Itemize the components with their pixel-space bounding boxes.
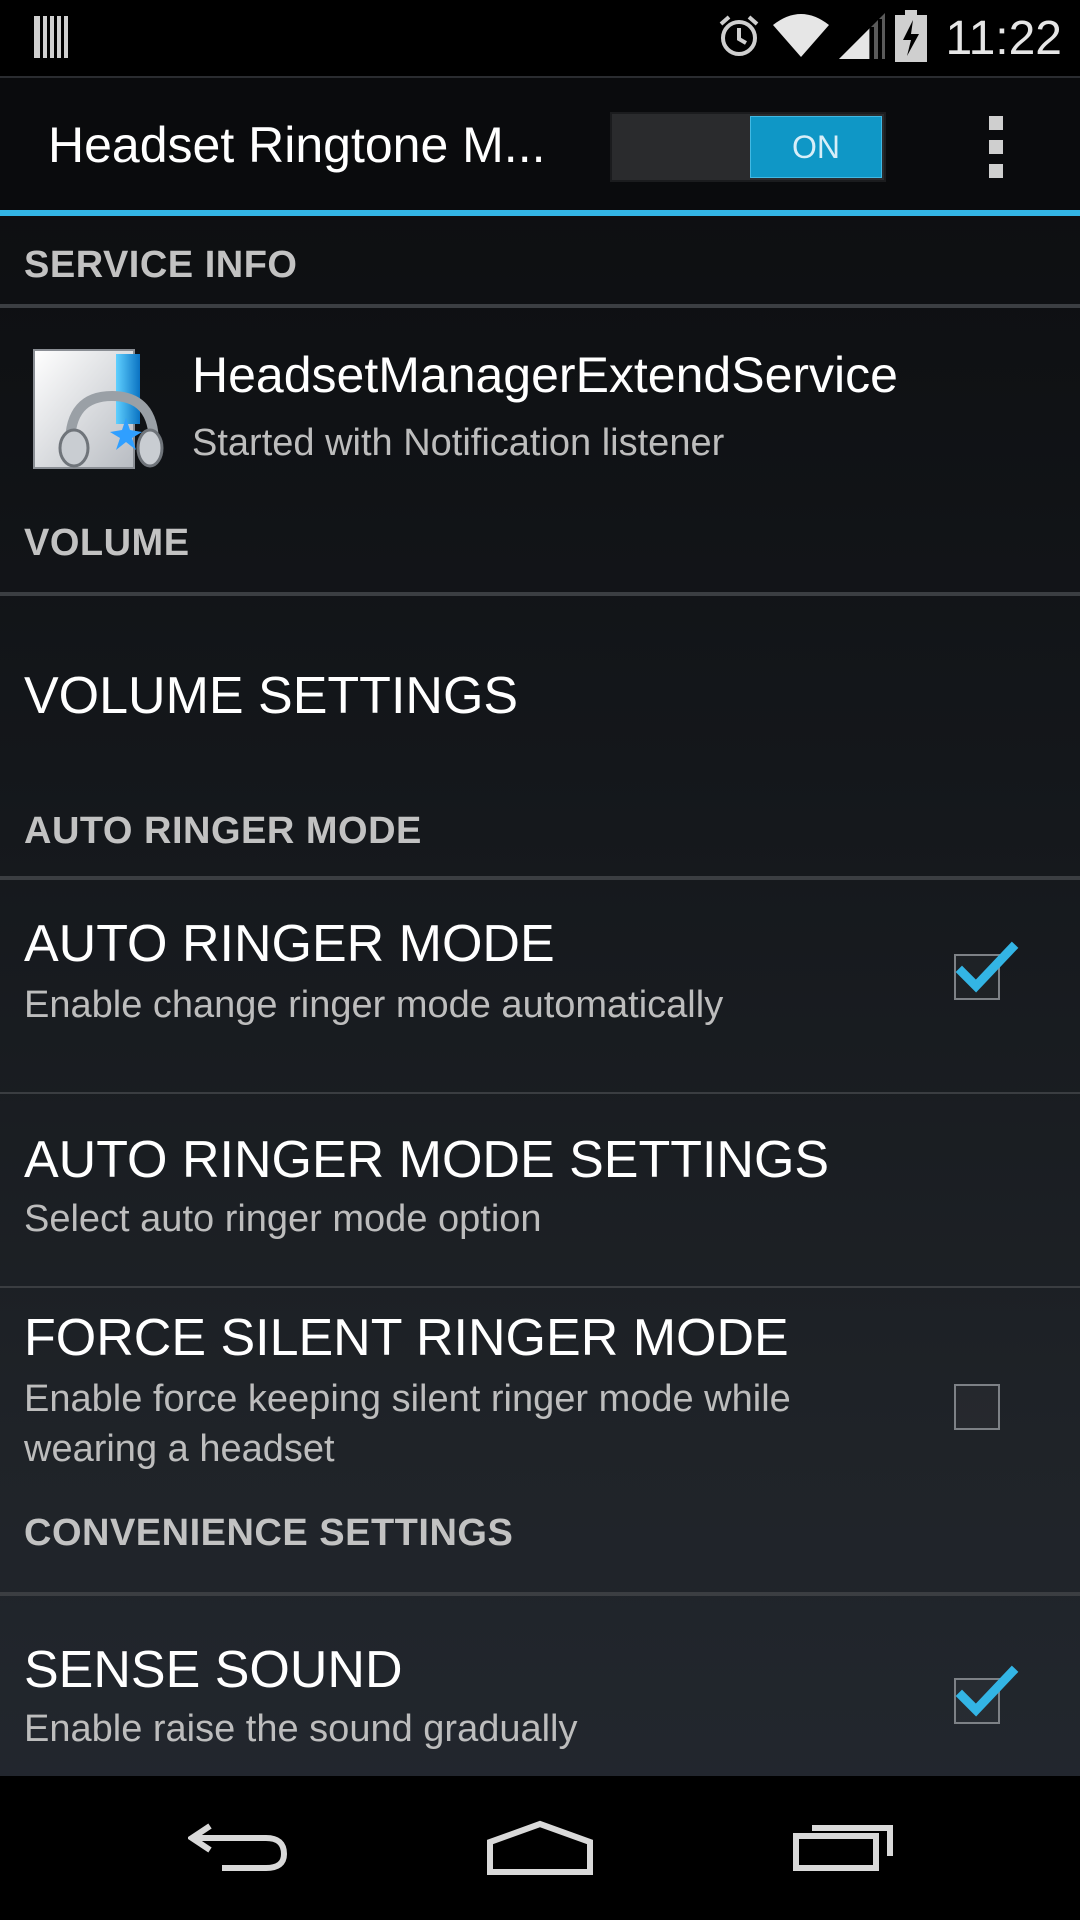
action-bar: Headset Ringtone M... ON xyxy=(0,76,1080,216)
service-name: HeadsetManagerExtendService xyxy=(192,347,898,403)
section-label: AUTO RINGER MODE xyxy=(24,810,422,852)
pref-title: AUTO RINGER MODE xyxy=(24,915,555,973)
pref-summary: Select auto ringer mode option xyxy=(24,1198,542,1240)
status-time: 11:22 xyxy=(945,11,1062,65)
alarm-icon xyxy=(715,12,763,65)
sense-sound-checkbox[interactable] xyxy=(954,1665,1019,1724)
status-bar: 11:22 xyxy=(0,0,1080,76)
status-icons: 11:22 xyxy=(715,0,1062,76)
section-header-convenience: CONVENIENCE SETTINGS xyxy=(0,1512,1080,1606)
pref-title: AUTO RINGER MODE SETTINGS xyxy=(24,1131,830,1189)
recent-apps-icon[interactable] xyxy=(792,1816,896,1877)
navigation-bar xyxy=(0,1776,1080,1920)
pref-summary: Enable raise the sound gradually xyxy=(24,1708,578,1750)
pref-title: SENSE SOUND xyxy=(24,1641,403,1699)
pref-summary: Enable force keeping silent ringer mode … xyxy=(24,1378,791,1470)
app-screen: 11:22 Headset Ringtone M... ON SERVICE I… xyxy=(0,0,1080,1920)
section-header-volume: VOLUME xyxy=(0,522,1080,616)
home-icon[interactable] xyxy=(486,1820,594,1881)
auto-ringer-mode-checkbox[interactable] xyxy=(954,941,1019,1000)
toggle-label: ON xyxy=(792,128,840,165)
auto-ringer-mode-settings-item[interactable]: AUTO RINGER MODE SETTINGS Select auto ri… xyxy=(0,1094,1080,1286)
sense-sound-item[interactable]: SENSE SOUND Enable raise the sound gradu… xyxy=(0,1598,1080,1776)
service-status: Started with Notification listener xyxy=(192,422,725,464)
checkmark-icon xyxy=(955,1665,1019,1717)
notification-bars-icon xyxy=(34,12,74,62)
pref-title: FORCE SILENT RINGER MODE xyxy=(24,1309,789,1367)
auto-ringer-mode-item[interactable]: AUTO RINGER MODE Enable change ringer mo… xyxy=(0,880,1080,1074)
toggle-knob: ON xyxy=(750,116,882,178)
force-silent-ringer-mode-item[interactable]: FORCE SILENT RINGER MODE Enable force ke… xyxy=(0,1288,1080,1510)
section-header-auto-ringer: AUTO RINGER MODE xyxy=(0,786,1080,880)
section-label: CONVENIENCE SETTINGS xyxy=(24,1512,514,1554)
battery-charging-icon xyxy=(895,9,928,67)
wifi-icon xyxy=(773,13,830,64)
section-label: VOLUME xyxy=(24,522,190,564)
pref-title: VOLUME SETTINGS xyxy=(24,667,519,725)
headset-service-icon xyxy=(30,344,164,483)
back-icon[interactable] xyxy=(186,1816,292,1877)
overflow-menu-icon[interactable] xyxy=(976,116,1016,180)
volume-settings-item[interactable]: VOLUME SETTINGS xyxy=(0,604,1080,786)
service-info-row: HeadsetManagerExtendService Started with… xyxy=(0,308,1080,522)
preferences-list: SERVICE INFO HeadsetManagerExtendService… xyxy=(0,214,1080,1776)
section-rule xyxy=(0,1592,1080,1596)
pref-summary: Enable change ringer mode automatically xyxy=(24,984,724,1026)
section-label: SERVICE INFO xyxy=(24,244,298,286)
section-header-service-info: SERVICE INFO xyxy=(0,214,1080,308)
force-silent-ringer-mode-checkbox[interactable] xyxy=(954,1384,1000,1430)
section-rule xyxy=(0,592,1080,596)
service-toggle[interactable]: ON xyxy=(610,112,886,182)
signal-icon xyxy=(839,12,886,64)
checkmark-icon xyxy=(955,941,1019,993)
app-title: Headset Ringtone M... xyxy=(48,117,546,173)
